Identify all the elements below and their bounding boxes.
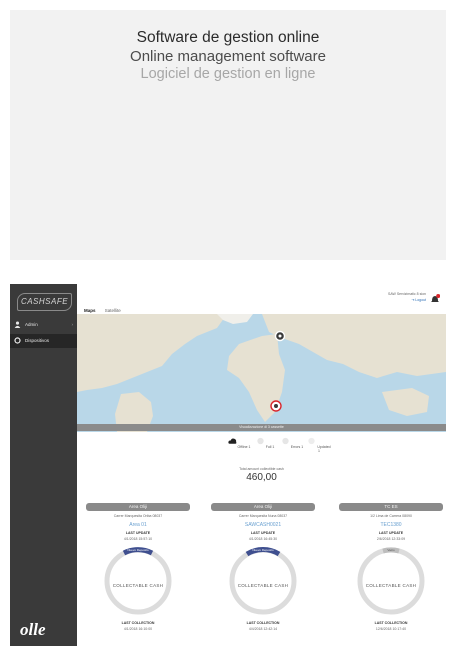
device-card[interactable]: Area Oliji Carrer Marquesita Oriba 08037… <box>86 503 190 631</box>
user-info: SAW Servizimatic 8 sion ⇥ Logout <box>388 291 426 303</box>
device-card[interactable]: TC ES 1/2 Lima de Carrera 08090 TEC1380 … <box>339 503 443 631</box>
sidebar: CASHSAFE Admin › Dispositivos olle <box>10 284 77 646</box>
sidebar-item-admin[interactable]: Admin › <box>10 318 77 332</box>
cloud-icon <box>227 438 236 444</box>
map-banner: Visualizzazione di 3 cassette <box>77 424 446 431</box>
collectable-gauge: Vacio COLLECTABLE CASH <box>355 545 427 617</box>
filter-offline[interactable]: Offline 1 <box>227 435 251 449</box>
chevron-right-icon: › <box>71 322 74 327</box>
collectable-cash-label: COLLECTABLE CASH <box>237 583 289 588</box>
empty-badge: Vacio <box>387 548 395 552</box>
deposit-badge: Nuevo Deposito <box>127 548 149 552</box>
user-icon <box>14 321 21 328</box>
last-update-value: 4/1/2018 16:45:30 <box>248 537 278 541</box>
headline-english: Online management software <box>130 48 326 65</box>
bell-icon[interactable] <box>430 294 440 304</box>
last-update-label: LAST UPDATE <box>125 531 151 535</box>
device-address: Carrer Marquesita Oriba 08037 <box>113 514 163 518</box>
last-update-label: LAST UPDATE <box>378 531 404 535</box>
last-update-value: 2/6/2018 12:33:09 <box>376 537 406 541</box>
collectable-gauge: Nuevo Deposito COLLECTABLE CASH <box>227 545 299 617</box>
top-bar: SAW Servizimatic 8 sion ⇥ Logout <box>77 284 446 314</box>
status-filters: Offline 1 Full 1 Errors 1 Updated 1 <box>77 435 446 465</box>
sidebar-item-devices[interactable]: Dispositivos <box>10 334 77 348</box>
app-screenshot: CASHSAFE Admin › Dispositivos olle SAW S… <box>10 284 446 646</box>
device-name: Area Oliji <box>86 503 190 511</box>
collectable-cash-label: COLLECTABLE CASH <box>365 583 417 588</box>
device-name: Area Oliji <box>211 503 315 511</box>
updated-icon <box>308 437 316 445</box>
world-map[interactable] <box>77 314 446 432</box>
sidebar-item-label: Dispositivos <box>25 338 50 343</box>
headline-french: Logiciel de gestion en ligne <box>140 66 316 82</box>
last-collection-value: 4/1/2018 16:10:00 <box>123 627 153 631</box>
logout-link[interactable]: ⇥ Logout <box>388 297 426 303</box>
last-update-value: 4/1/2018 15:57:10 <box>123 537 153 541</box>
caption-card: Software de gestion online Online manage… <box>10 10 446 260</box>
last-collection-label: LAST COLLECTION <box>374 621 408 625</box>
circle-icon <box>14 337 21 344</box>
cashsafe-logo: CASHSAFE <box>17 293 72 311</box>
device-address: 1/2 Lima de Carrera 08090 <box>370 514 412 518</box>
tab-maps[interactable]: Maps <box>84 308 96 313</box>
filter-full[interactable]: Full 1 <box>253 435 277 449</box>
filter-updated[interactable]: Updated 1 <box>307 435 331 453</box>
map-tabs: Maps Satellite <box>84 308 129 313</box>
last-collection-value: 4/4/2018 12:42:14 <box>248 627 278 631</box>
device-serial[interactable]: SAWCASH0021 <box>211 522 315 528</box>
error-icon <box>282 437 289 445</box>
olle-logo: olle <box>20 620 46 639</box>
full-icon <box>257 437 264 445</box>
filter-errors[interactable]: Errors 1 <box>280 435 304 449</box>
last-update-label: LAST UPDATE <box>250 531 276 535</box>
last-collection-label: LAST COLLECTION <box>246 621 280 625</box>
collectable-cash-label: COLLECTABLE CASH <box>112 583 164 588</box>
total-label: Total amount collectible cash <box>239 467 284 471</box>
deposit-badge: Nuevo Deposito <box>252 548 274 552</box>
device-address: Carrer Marquesita Nuna 08037 <box>238 514 288 518</box>
device-card[interactable]: Area Oliji Carrer Marquesita Nuna 08037 … <box>211 503 315 631</box>
device-serial[interactable]: Area 01 <box>86 522 190 528</box>
last-collection-label: LAST COLLECTION <box>121 621 155 625</box>
collectable-gauge: Nuevo Deposito COLLECTABLE CASH <box>102 545 174 617</box>
tab-satellite[interactable]: Satellite <box>105 308 121 313</box>
headline-spanish: Software de gestion online <box>136 29 320 46</box>
device-serial[interactable]: TEC1380 <box>339 522 443 528</box>
sidebar-item-label: Admin <box>25 322 38 327</box>
device-name: TC ES <box>339 503 443 511</box>
total-value: 460,00 <box>246 472 277 483</box>
last-collection-value: 12/6/2018 10:17:40 <box>375 627 407 631</box>
